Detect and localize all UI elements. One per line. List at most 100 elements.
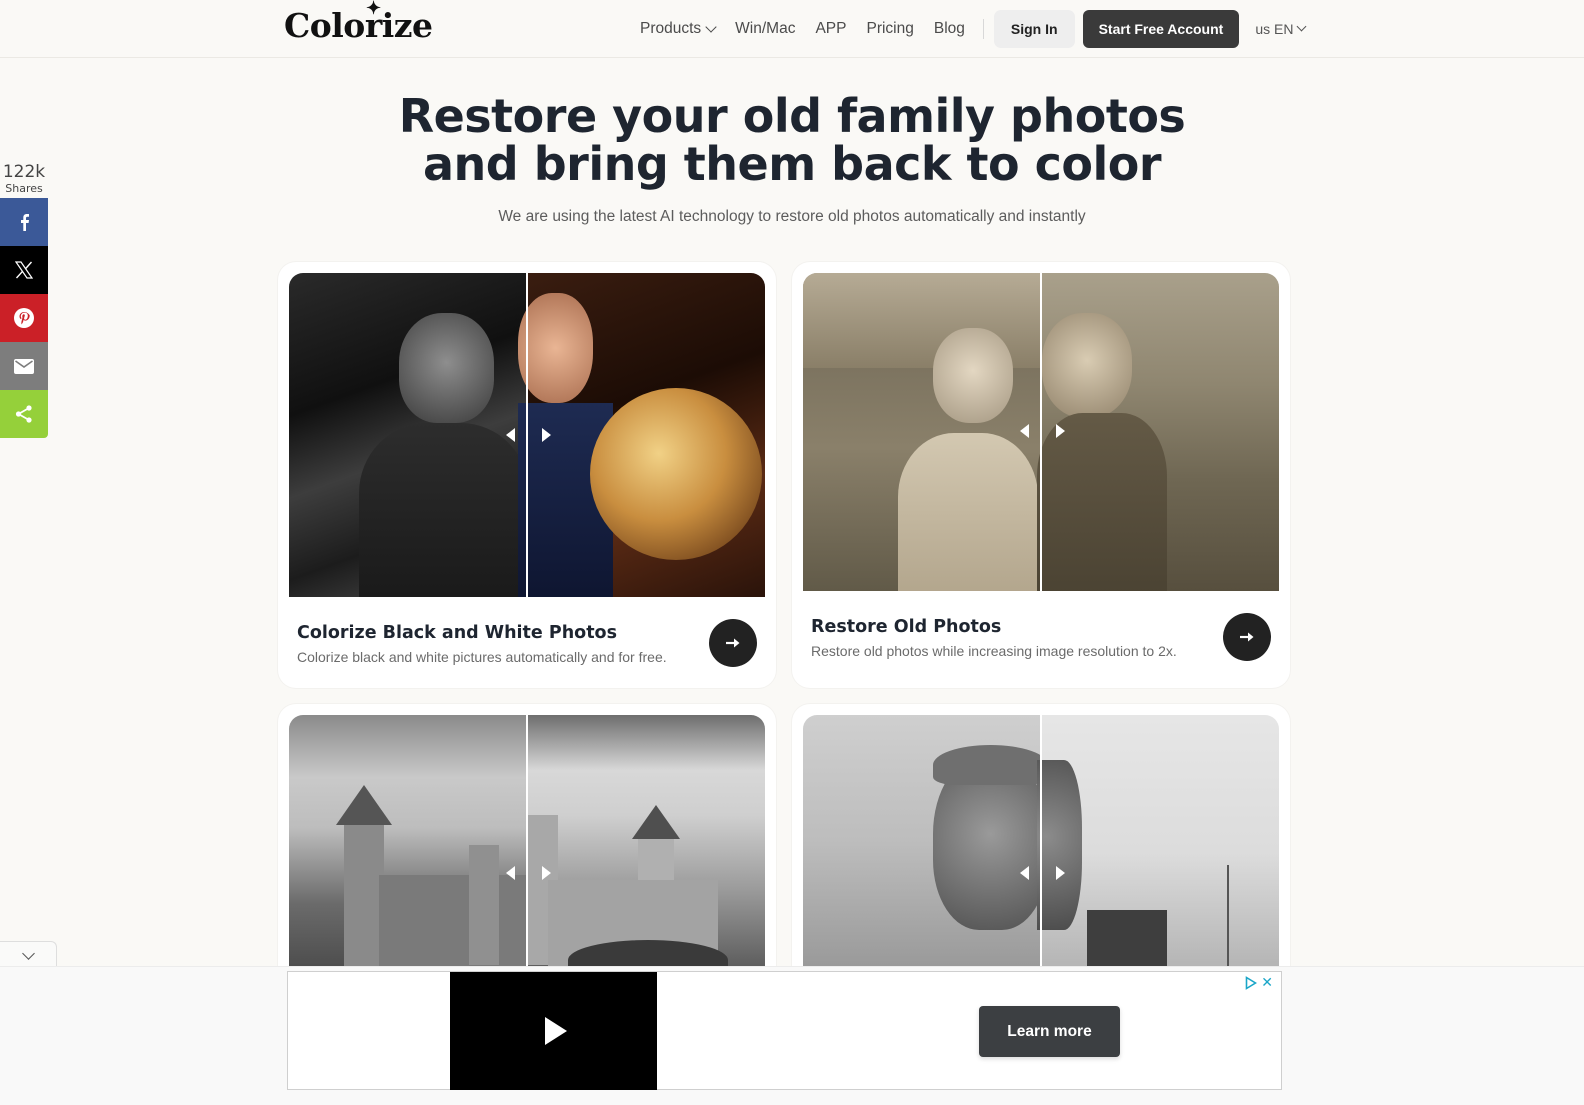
advertisement-banner[interactable]: Learn more ✕ bbox=[287, 971, 1282, 1090]
feature-card-colorize[interactable]: Colorize Black and White Photos Colorize… bbox=[278, 262, 776, 688]
main-nav: Products Win/Mac APP Pricing Blog Sign I… bbox=[640, 10, 1307, 48]
nav-app-label: APP bbox=[815, 20, 847, 37]
language-selector[interactable]: us EN bbox=[1255, 21, 1307, 37]
slider-left-arrow-icon[interactable] bbox=[506, 428, 515, 442]
before-image-blurry bbox=[289, 715, 526, 966]
sign-in-button[interactable]: Sign In bbox=[993, 10, 1075, 48]
young-man-face-after bbox=[1037, 760, 1082, 930]
nav-products-label: Products bbox=[640, 20, 702, 37]
start-free-account-button[interactable]: Start Free Account bbox=[1082, 10, 1240, 48]
card-open-button[interactable] bbox=[1223, 613, 1271, 661]
nav-divider bbox=[982, 19, 984, 39]
young-man-hair-before bbox=[933, 745, 1048, 785]
comparison-divider[interactable] bbox=[1040, 715, 1042, 966]
before-image-noisy bbox=[803, 715, 1048, 966]
email-share-button[interactable] bbox=[0, 342, 48, 390]
before-after-image[interactable] bbox=[289, 715, 765, 966]
nav-blog-label: Blog bbox=[933, 20, 965, 37]
castle-roof-right bbox=[632, 805, 680, 839]
share-count-number: 122k bbox=[2, 162, 46, 182]
facebook-icon bbox=[20, 214, 29, 231]
after-image-color bbox=[518, 273, 765, 597]
castle-wall-left bbox=[379, 875, 526, 966]
x-share-button[interactable] bbox=[0, 246, 48, 294]
castle-tower-mid bbox=[469, 845, 499, 965]
card-open-button[interactable] bbox=[709, 619, 757, 667]
slider-right-arrow-icon[interactable] bbox=[1056, 424, 1065, 438]
child-face-left bbox=[933, 328, 1013, 423]
collapse-ad-button[interactable] bbox=[0, 941, 57, 969]
facebook-share-button[interactable] bbox=[0, 198, 48, 246]
feature-card-castle[interactable] bbox=[278, 704, 776, 1004]
logo[interactable]: Colorize ✦ bbox=[284, 0, 433, 45]
after-image-sharp bbox=[528, 715, 765, 966]
feature-card-portrait[interactable] bbox=[792, 704, 1290, 1004]
site-header: Colorize ✦ Products Win/Mac APP Pricing … bbox=[0, 0, 1584, 58]
card-title: Restore Old Photos bbox=[811, 617, 1002, 637]
card-description: Restore old photos while increasing imag… bbox=[811, 643, 1177, 659]
castle-tower-left bbox=[344, 820, 384, 966]
castle-roof-left bbox=[336, 785, 392, 825]
nav-win-mac-label: Win/Mac bbox=[735, 20, 796, 37]
barn-building bbox=[1087, 910, 1167, 966]
comparison-divider[interactable] bbox=[526, 715, 528, 966]
slider-right-arrow-icon[interactable] bbox=[542, 428, 551, 442]
adchoices-icon[interactable] bbox=[1245, 975, 1258, 990]
nav-win-mac[interactable]: Win/Mac bbox=[735, 20, 795, 38]
ad-controls: ✕ bbox=[1245, 974, 1273, 991]
globe bbox=[590, 388, 762, 560]
share-count-label: Shares bbox=[5, 182, 43, 195]
slider-left-arrow-icon[interactable] bbox=[506, 866, 515, 880]
chevron-down-icon bbox=[1296, 21, 1307, 32]
hero-title-line-1: Restore your old family photos bbox=[398, 89, 1186, 143]
nav-blog[interactable]: Blog bbox=[934, 20, 965, 38]
slider-left-arrow-icon[interactable] bbox=[1020, 424, 1029, 438]
portrait-face-bw bbox=[399, 313, 494, 423]
nav-pricing-label: Pricing bbox=[866, 20, 914, 37]
nav-app[interactable]: APP bbox=[815, 20, 846, 38]
before-image-bw bbox=[289, 273, 529, 597]
card-title: Colorize Black and White Photos bbox=[297, 623, 617, 643]
ad-close-icon[interactable]: ✕ bbox=[1261, 974, 1273, 991]
portrait-suit-bw bbox=[359, 423, 529, 597]
chevron-down-icon bbox=[705, 20, 717, 33]
before-after-image[interactable] bbox=[803, 273, 1279, 591]
before-image-faded bbox=[803, 273, 1040, 591]
comparison-divider[interactable] bbox=[526, 273, 528, 597]
ad-video-player[interactable] bbox=[450, 972, 657, 1090]
slider-right-arrow-icon[interactable] bbox=[1056, 866, 1065, 880]
child-face-right bbox=[1042, 313, 1132, 418]
arrow-right-icon bbox=[1240, 632, 1254, 642]
play-icon bbox=[544, 1017, 567, 1045]
comparison-divider[interactable] bbox=[1040, 273, 1042, 591]
logo-text: Colorize bbox=[284, 6, 433, 45]
portrait-face-color bbox=[518, 293, 593, 403]
card-description: Colorize black and white pictures automa… bbox=[297, 649, 667, 665]
pinterest-icon bbox=[14, 308, 34, 328]
ad-learn-more-button[interactable]: Learn more bbox=[979, 1006, 1120, 1057]
hero-title: Restore your old family photos and bring… bbox=[0, 92, 1584, 188]
arrow-right-icon bbox=[726, 638, 740, 648]
hero-subtitle: We are using the latest AI technology to… bbox=[498, 208, 1086, 225]
nav-products[interactable]: Products bbox=[640, 20, 717, 38]
slider-right-arrow-icon[interactable] bbox=[542, 866, 551, 880]
chevron-down-icon bbox=[21, 946, 35, 960]
nav-pricing[interactable]: Pricing bbox=[866, 20, 913, 38]
child-dress-left bbox=[898, 433, 1038, 591]
email-icon bbox=[14, 358, 34, 374]
social-share-bar bbox=[0, 198, 48, 438]
share-icon bbox=[15, 405, 32, 423]
child-overalls-right bbox=[1037, 413, 1167, 591]
after-image-enhanced bbox=[1037, 715, 1279, 966]
more-share-button[interactable] bbox=[0, 390, 48, 438]
pinterest-share-button[interactable] bbox=[0, 294, 48, 342]
slider-left-arrow-icon[interactable] bbox=[1020, 866, 1029, 880]
sparkle-icon: ✦ bbox=[366, 0, 381, 19]
hero-title-line-2: and bring them back to color bbox=[422, 137, 1162, 191]
utility-pole bbox=[1227, 865, 1229, 966]
share-count: 122k Shares bbox=[0, 162, 48, 195]
before-after-image[interactable] bbox=[803, 715, 1279, 966]
feature-card-restore[interactable]: Restore Old Photos Restore old photos wh… bbox=[792, 262, 1290, 688]
language-label: us EN bbox=[1255, 21, 1294, 37]
before-after-image[interactable] bbox=[289, 273, 765, 597]
